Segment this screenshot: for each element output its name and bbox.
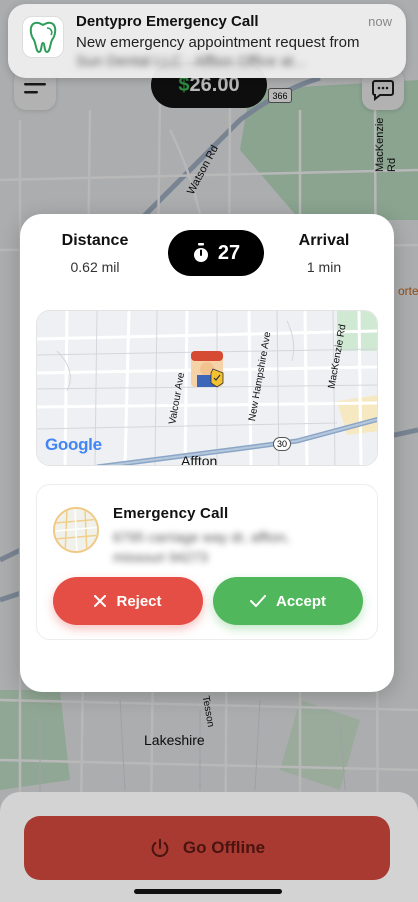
app-logo-icon <box>22 16 64 58</box>
notification-title: Dentypro Emergency Call <box>76 13 259 30</box>
google-logo-text: Google <box>45 435 102 454</box>
check-icon <box>249 595 266 607</box>
notification-body: New emergency appointment request from S… <box>76 33 391 71</box>
call-title: Emergency Call <box>113 505 229 522</box>
power-icon <box>151 838 169 857</box>
push-notification[interactable]: Dentypro Emergency Call now New emergenc… <box>8 4 406 78</box>
timer-value: 27 <box>217 241 241 264</box>
distance-label: Distance <box>61 232 129 249</box>
distance-stat: Distance 0.62 mil <box>50 232 140 275</box>
call-address-blurred: 6795 carriage way dr, affton, missouri 9… <box>113 529 290 565</box>
arrival-value: 1 min <box>306 259 342 275</box>
location-thumbnail <box>53 507 99 553</box>
arrival-stat: Arrival 1 min <box>284 232 364 275</box>
location-mini-map[interactable]: Valcour Ave New Hampshire Ave MacKenzie … <box>36 310 378 466</box>
mini-map-label-affton: Affton <box>181 453 218 466</box>
go-offline-button[interactable]: Go Offline <box>24 816 390 880</box>
countdown-timer: 27 <box>168 230 264 276</box>
arrival-label: Arrival <box>298 232 350 249</box>
go-offline-label: Go Offline <box>182 838 266 857</box>
emergency-request-card: Distance 0.62 mil 27 Arrival 1 min Valco… <box>20 214 394 692</box>
notification-time: now <box>368 14 392 29</box>
mini-map-highway-30-shield: 30 <box>273 437 291 451</box>
accept-label: Accept <box>275 592 327 610</box>
google-logo: Google <box>45 435 102 455</box>
emergency-call-details: Emergency Call 6795 carriage way dr, aff… <box>36 484 378 640</box>
close-icon <box>94 595 107 607</box>
reject-button[interactable]: Reject <box>53 577 203 625</box>
mini-map-highway-30-label: 30 <box>276 439 287 449</box>
home-indicator[interactable] <box>134 889 282 894</box>
stopwatch-icon <box>193 243 208 262</box>
distance-value: 0.62 mil <box>70 259 120 275</box>
reject-label: Reject <box>116 592 162 610</box>
notification-body-text: New emergency appointment request from <box>76 34 360 51</box>
notification-body-blurred: Sun Dental LLC - Affton Office at... <box>76 53 306 70</box>
accept-button[interactable]: Accept <box>213 577 363 625</box>
